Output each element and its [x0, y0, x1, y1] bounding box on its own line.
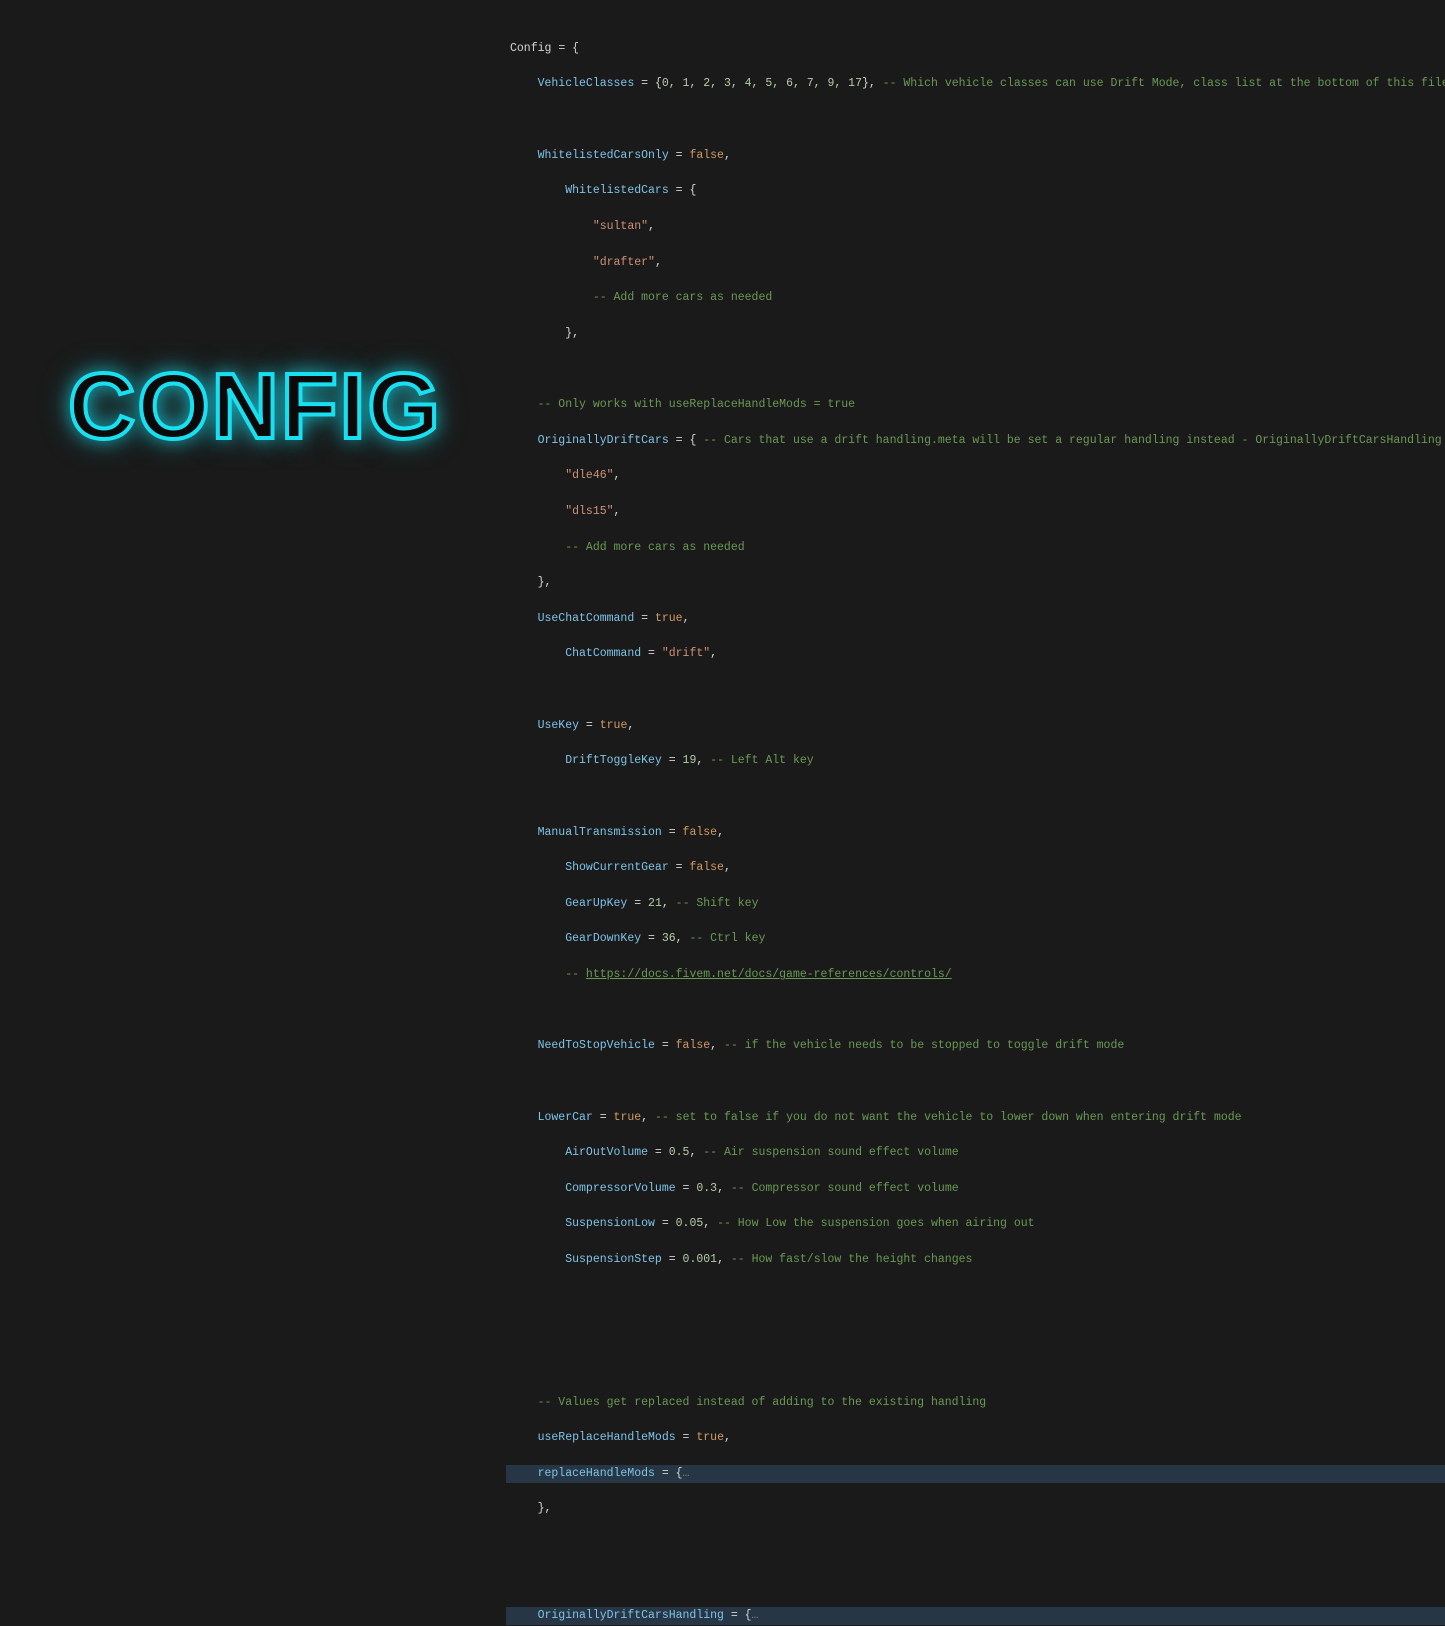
code-line	[510, 1572, 1445, 1590]
code-line	[510, 1536, 1445, 1554]
code-line: WhitelistedCarsOnly = false,	[510, 147, 1445, 165]
code-line: ChatCommand = "drift",	[510, 645, 1445, 663]
code-line: -- Add more cars as needed	[510, 289, 1445, 307]
code-line: -- https://docs.fivem.net/docs/game-refe…	[510, 966, 1445, 984]
code-line	[510, 1002, 1445, 1020]
code-line	[510, 111, 1445, 129]
code-line: SuspensionLow = 0.05, -- How Low the sus…	[510, 1215, 1445, 1233]
code-line	[510, 681, 1445, 699]
code-line: GearUpKey = 21, -- Shift key	[510, 895, 1445, 913]
code-line: ShowCurrentGear = false,	[510, 859, 1445, 877]
code-line: CompressorVolume = 0.3, -- Compressor so…	[510, 1180, 1445, 1198]
code-line: OriginallyDriftCars = { -- Cars that use…	[510, 432, 1445, 450]
code-line: "dle46",	[510, 467, 1445, 485]
code-line: LowerCar = true, -- set to false if you …	[510, 1109, 1445, 1127]
code-line-folded[interactable]: OriginallyDriftCarsHandling = {…	[506, 1607, 1445, 1625]
code-line	[510, 1287, 1445, 1305]
code-line: "drafter",	[510, 254, 1445, 272]
code-line	[510, 360, 1445, 378]
code-editor[interactable]: Config = { VehicleClasses = {0, 1, 2, 3,…	[510, 0, 1445, 813]
code-line	[510, 1358, 1445, 1376]
code-line	[510, 1073, 1445, 1091]
code-line: UseChatCommand = true,	[510, 610, 1445, 628]
code-line: -- Values get replaced instead of adding…	[510, 1394, 1445, 1412]
code-line: VehicleClasses = {0, 1, 2, 3, 4, 5, 6, 7…	[510, 75, 1445, 93]
code-line	[510, 788, 1445, 806]
code-line: },	[510, 325, 1445, 343]
config-title: CONFIG	[68, 334, 442, 478]
title-panel: CONFIG	[0, 0, 510, 813]
code-line: -- Only works with useReplaceHandleMods …	[510, 396, 1445, 414]
code-line: },	[510, 1500, 1445, 1518]
code-line	[510, 1322, 1445, 1340]
fold-indicator-icon: …	[683, 1467, 690, 1480]
code-line: useReplaceHandleMods = true,	[510, 1429, 1445, 1447]
code-line: -- Add more cars as needed	[510, 539, 1445, 557]
code-line: NeedToStopVehicle = false, -- if the veh…	[510, 1037, 1445, 1055]
code-line: AirOutVolume = 0.5, -- Air suspension so…	[510, 1144, 1445, 1162]
code-line: SuspensionStep = 0.001, -- How fast/slow…	[510, 1251, 1445, 1269]
fold-indicator-icon: …	[752, 1609, 759, 1622]
code-line-folded[interactable]: replaceHandleMods = {…	[506, 1465, 1445, 1483]
code-line: GearDownKey = 36, -- Ctrl key	[510, 930, 1445, 948]
code-line: "dls15",	[510, 503, 1445, 521]
code-line: },	[510, 574, 1445, 592]
code-line: Config = {	[510, 40, 1445, 58]
code-line: "sultan",	[510, 218, 1445, 236]
code-line: DriftToggleKey = 19, -- Left Alt key	[510, 752, 1445, 770]
code-line: ManualTransmission = false,	[510, 824, 1445, 842]
code-line: WhitelistedCars = {	[510, 182, 1445, 200]
code-line: UseKey = true,	[510, 717, 1445, 735]
